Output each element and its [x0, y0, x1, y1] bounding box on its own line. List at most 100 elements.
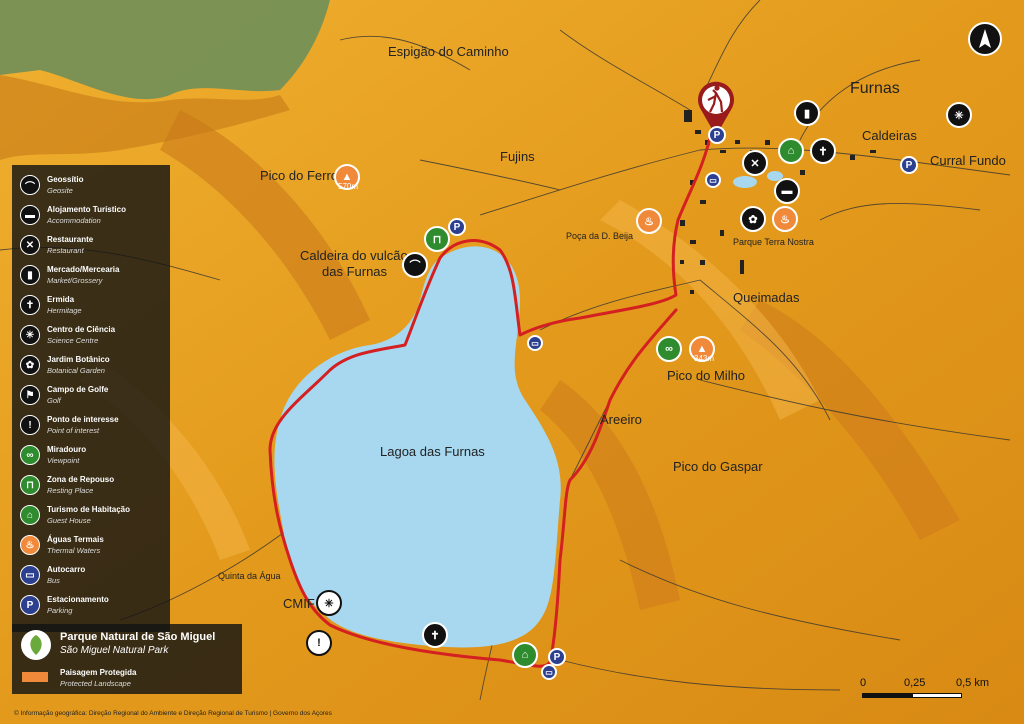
legend-item: ✿ Jardim Botânico Botanical Garden: [20, 353, 170, 379]
north-arrow-icon: [968, 22, 1002, 56]
parking-icon[interactable]: P: [708, 126, 726, 144]
scale-label-0: 0: [860, 677, 867, 689]
bus-icon[interactable]: ▭: [541, 664, 557, 680]
market-icon[interactable]: ▮: [794, 100, 820, 126]
house-icon[interactable]: ⌂: [778, 138, 804, 164]
chapel-icon[interactable]: ✝: [422, 622, 448, 648]
exclamation-icon: !: [20, 415, 40, 435]
legend-item-subtitle: Resting Place: [47, 486, 94, 495]
legend-item-subtitle: Geosite: [47, 186, 73, 195]
park-title: Parque Natural de São Miguel: [60, 631, 216, 643]
bus-icon[interactable]: ▭: [527, 335, 543, 351]
place-pico-do-ferro: Pico do Ferro: [260, 168, 339, 183]
exclamation-icon[interactable]: !: [306, 630, 332, 656]
legend-item: P Estacionamento Parking: [20, 593, 170, 619]
legend-item-title: Geossítio: [47, 175, 84, 184]
legend-item: ✕ Restaurante Restaurant: [20, 233, 170, 259]
legend-item-subtitle: Parking: [47, 606, 73, 615]
place-curral-fundo: Curral Fundo: [930, 153, 1006, 168]
legend-item-subtitle: Golf: [47, 396, 61, 405]
legend-item: ▭ Autocarro Bus: [20, 563, 170, 589]
scale-bar: 0 0,25 0,5 km: [852, 677, 998, 707]
binoculars-icon[interactable]: ∞: [656, 336, 682, 362]
legend-item-title: Autocarro: [47, 565, 86, 574]
fork-knife-icon: ✕: [20, 235, 40, 255]
place-lagoa-das-furnas: Lagoa das Furnas: [380, 444, 485, 459]
binoculars-icon: ∞: [20, 445, 40, 465]
legend-item-subtitle: Point of interest: [47, 426, 100, 435]
legend-item-subtitle: Thermal Waters: [47, 546, 101, 555]
place-parque-terra-nostra: Parque Terra Nostra: [733, 237, 814, 247]
chapel-icon[interactable]: ✝: [810, 138, 836, 164]
protected-landscape-swatch: [22, 672, 48, 682]
elevation-pico-do-milho: 343m: [694, 354, 715, 363]
scale-label-end: 0,5 km: [956, 677, 990, 689]
house-icon[interactable]: ⌂: [512, 642, 538, 668]
flower-icon[interactable]: ✿: [740, 206, 766, 232]
legend-item-subtitle: Science Centre: [47, 336, 99, 345]
legend-item-title: Centro de Ciência: [47, 325, 116, 334]
place-pico-do-milho: Pico do Milho: [667, 368, 746, 383]
park-leaf-icon: [21, 630, 51, 660]
place-caldeira-do-vulcao-line2: das Furnas: [322, 264, 388, 279]
geosite-icon[interactable]: ⌒: [402, 252, 428, 278]
legend-item-title: Alojamento Turístico: [47, 205, 126, 214]
thermal-icon[interactable]: ♨: [636, 208, 662, 234]
place-queimadas: Queimadas: [733, 290, 800, 305]
legend-item-title: Miradouro: [47, 445, 87, 454]
legend-item-subtitle: Hermitage: [47, 306, 82, 315]
legend-item-subtitle: Guest House: [47, 516, 91, 525]
legend-item-title: Ermida: [47, 295, 75, 304]
place-fujins: Fujins: [500, 149, 535, 164]
legend-item: ✝ Ermida Hermitage: [20, 293, 170, 319]
picnic-icon[interactable]: ⊓: [424, 226, 450, 252]
legend-item-title: Estacionamento: [47, 595, 109, 604]
legend-item-title: Águas Termais: [47, 535, 104, 544]
fork-knife-icon[interactable]: ✕: [742, 150, 768, 176]
market-icon: ▮: [20, 265, 40, 285]
place-pico-do-gaspar: Pico do Gaspar: [673, 459, 763, 474]
legend-item-title: Mercado/Mercearia: [47, 265, 120, 274]
legend-item-subtitle: Accommodation: [47, 216, 101, 225]
legend-item: ⊓ Zona de Repouso Resting Place: [20, 473, 170, 499]
legend-item-title: Restaurante: [47, 235, 94, 244]
bed-icon[interactable]: ▬: [774, 178, 800, 204]
legend-item-subtitle: Botanical Garden: [47, 366, 105, 375]
bus-icon: ▭: [20, 565, 40, 585]
parking-icon[interactable]: P: [448, 218, 466, 236]
legend-item-subtitle: Market/Grossery: [47, 276, 103, 285]
place-cmif: CMIF: [283, 596, 315, 611]
legend-item-title: Zona de Repouso: [47, 475, 115, 484]
parking-icon[interactable]: P: [900, 156, 918, 174]
map-legend: ⌒ Geossítio Geosite ▬ Alojamento Turístico Ac…: [12, 165, 170, 632]
legend-item: ♨ Águas Termais Thermal Waters: [20, 533, 170, 559]
parking-icon: P: [20, 595, 40, 615]
house-icon: ⌂: [20, 505, 40, 525]
place-caldeira-do-vulcao-line1: Caldeira do vulcão: [300, 248, 408, 263]
legend-item: ▬ Alojamento Turístico Accommodation: [20, 203, 170, 229]
pond: [733, 176, 757, 188]
legend-item: ▮ Mercado/Mercearia Market/Grossery: [20, 263, 170, 289]
thermal-icon: ♨: [20, 535, 40, 555]
protected-landscape-title: Paisagem Protegida: [60, 668, 137, 677]
bed-icon: ▬: [20, 205, 40, 225]
legend-item-title: Campo de Golfe: [47, 385, 109, 394]
legend-item-title: Jardim Botânico: [47, 355, 110, 364]
bus-icon[interactable]: ▭: [705, 172, 721, 188]
legend-item: ∞ Miradouro Viewpoint: [20, 443, 170, 469]
map-credit: © Informação geográfica: Direção Regiona…: [14, 710, 332, 717]
park-subtitle: São Miguel Natural Park: [60, 645, 169, 656]
place-espigao-do-caminho: Espigão do Caminho: [388, 44, 509, 59]
golf-icon: ⚑: [20, 385, 40, 405]
thermal-icon[interactable]: ♨: [772, 206, 798, 232]
science-icon[interactable]: ✳: [946, 102, 972, 128]
legend-item-subtitle: Restaurant: [47, 246, 84, 255]
legend-item: ⌒ Geossítio Geosite: [20, 173, 170, 199]
scale-label-mid: 0,25: [904, 677, 926, 689]
legend-item-subtitle: Viewpoint: [47, 456, 80, 465]
place-poca-da-d-beija: Poça da D. Beija: [566, 231, 634, 241]
chapel-icon: ✝: [20, 295, 40, 315]
scale-segment-dark: [862, 693, 912, 698]
science-icon[interactable]: ✳: [316, 590, 342, 616]
elevation-pico-do-ferro: 570m: [338, 182, 359, 191]
